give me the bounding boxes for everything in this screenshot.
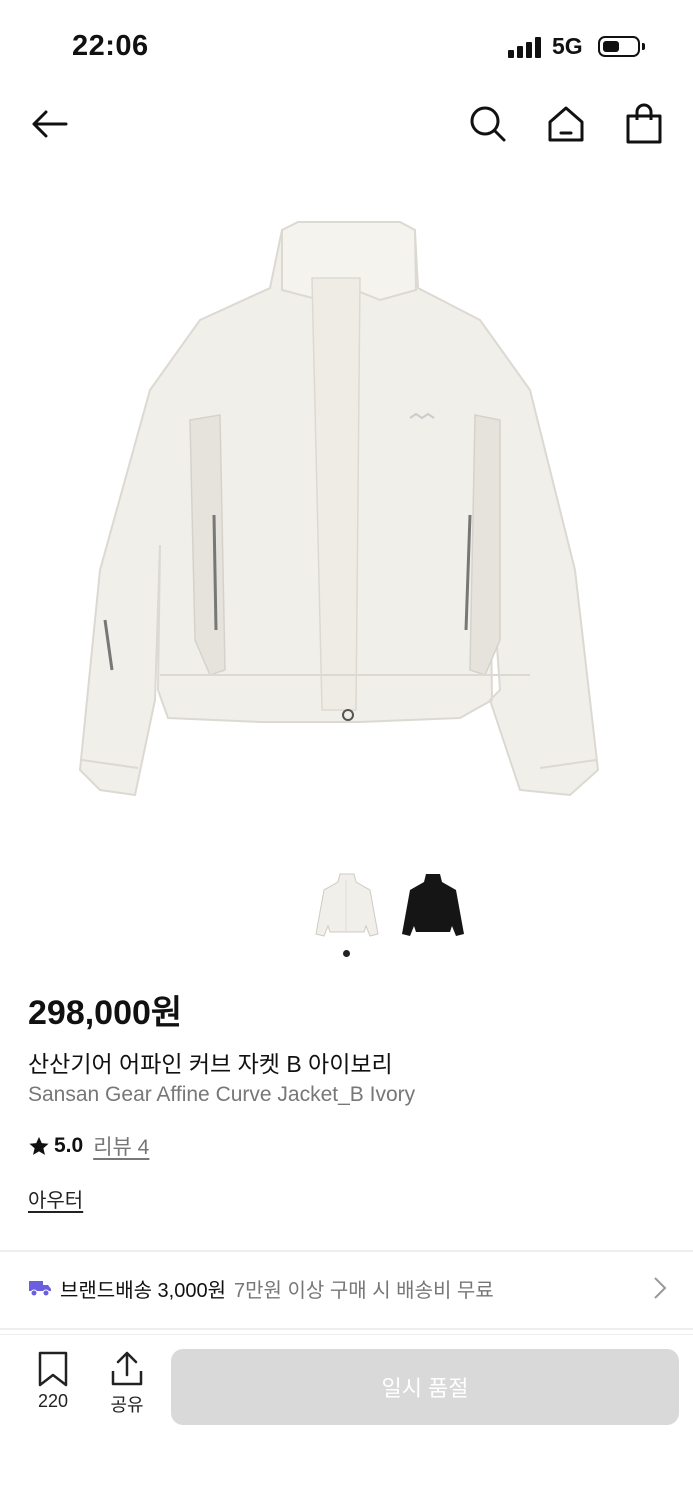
shopping-bag-icon[interactable] — [620, 100, 668, 148]
home-icon[interactable] — [542, 100, 590, 148]
wishlist-count: 220 — [37, 1391, 69, 1411]
search-icon[interactable] — [464, 100, 512, 148]
product-image[interactable] — [60, 170, 633, 830]
product-name-korean: 산산기어 어파인 커브 자켓 B 아이보리 — [28, 1051, 393, 1077]
rating-score: 5.0 — [54, 1134, 84, 1157]
divider — [0, 1250, 693, 1252]
reviews-link[interactable]: 리뷰 4 — [93, 1131, 149, 1161]
battery-icon — [598, 36, 645, 57]
thumbnail-ivory[interactable] — [312, 864, 382, 944]
truck-icon — [29, 1281, 51, 1297]
wishlist-button[interactable]: 220 — [22, 1351, 84, 1412]
product-name-english: Sansan Gear Affine Curve Jacket_B Ivory — [28, 1083, 416, 1106]
delivery-condition: 7만원 이상 구매 시 배송비 무료 — [234, 1279, 494, 1302]
carousel-dot — [343, 950, 350, 957]
back-arrow-icon[interactable] — [26, 100, 74, 148]
status-bar: 22:06 5G — [0, 0, 693, 92]
rating-row: 5.0 리뷰 4 — [28, 1132, 149, 1160]
bookmark-icon — [38, 1351, 68, 1387]
network-label: 5G — [552, 33, 583, 59]
status-time: 22:06 — [72, 30, 149, 62]
star-icon — [29, 1136, 49, 1155]
share-button[interactable]: 공유 — [96, 1351, 158, 1417]
chevron-right-icon — [654, 1277, 667, 1299]
share-label: 공유 — [110, 1395, 144, 1415]
top-nav — [0, 92, 693, 156]
product-price: 298,000원 — [28, 994, 183, 1032]
signal-icon — [508, 36, 542, 58]
divider — [0, 1328, 693, 1330]
category-link[interactable]: 아우터 — [28, 1184, 83, 1213]
bottom-action-bar: 220 공유 일시 품절 — [0, 1334, 693, 1500]
share-icon — [111, 1351, 143, 1386]
thumbnail-black[interactable] — [398, 864, 468, 944]
thumbnail-strip — [0, 858, 693, 968]
delivery-info[interactable]: 브랜드배송 3,000원 7만원 이상 구매 시 배송비 무료 — [0, 1254, 693, 1322]
delivery-label: 브랜드배송 3,000원 — [60, 1279, 227, 1302]
sold-out-button[interactable]: 일시 품절 — [171, 1349, 679, 1425]
